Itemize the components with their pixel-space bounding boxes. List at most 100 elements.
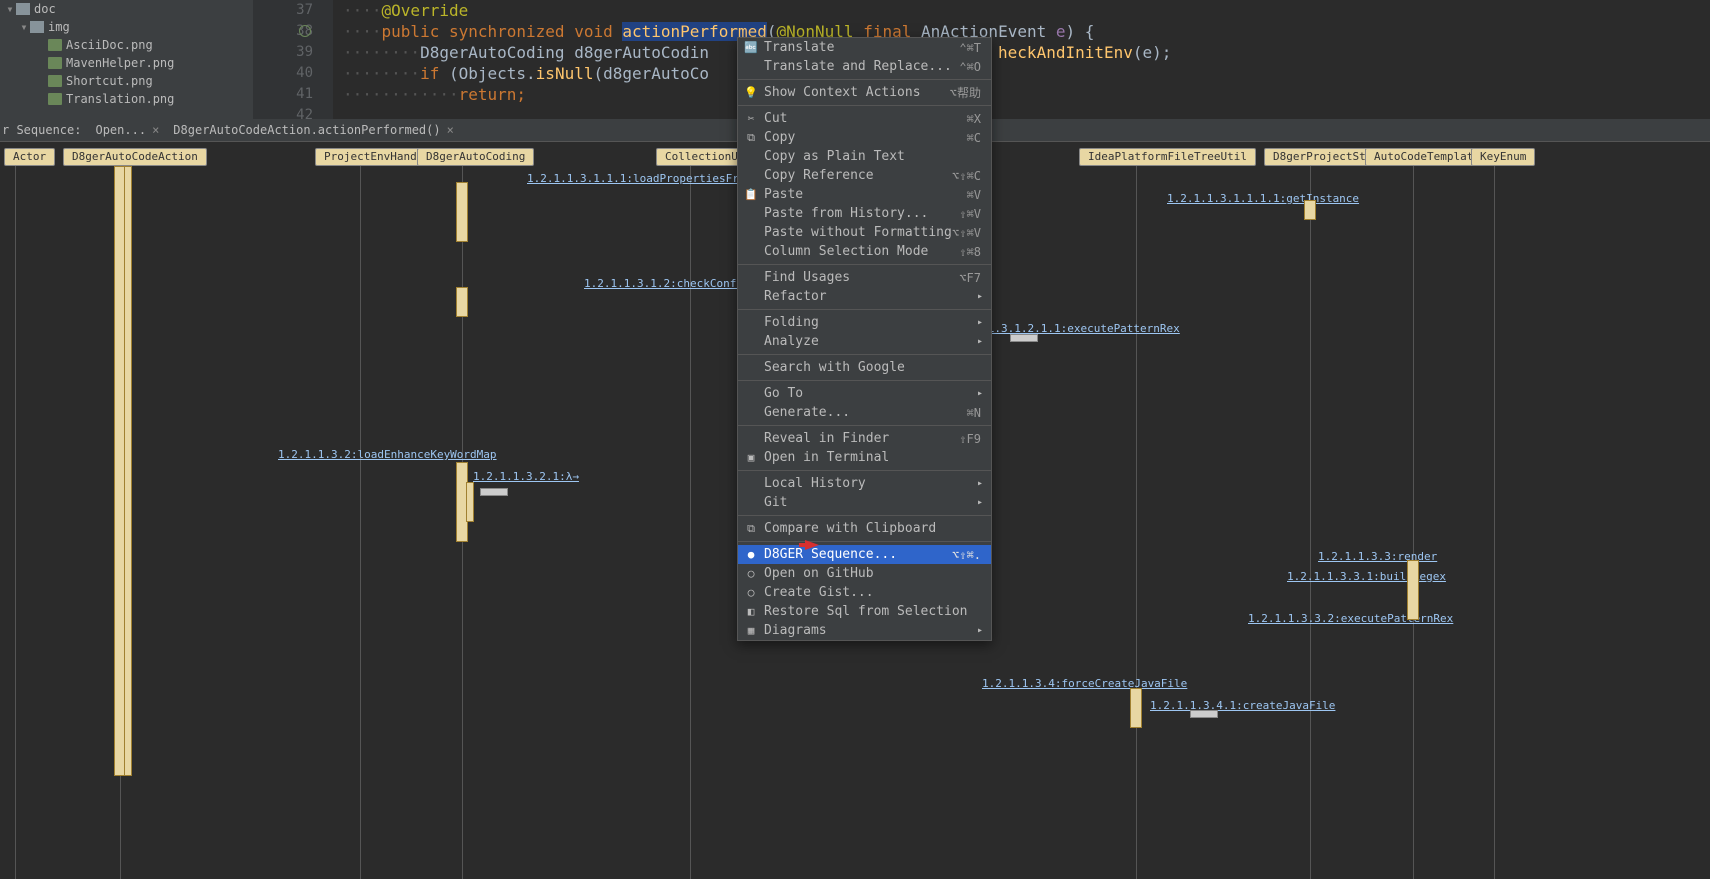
menu-label: Open in Terminal	[764, 450, 889, 465]
context-menu: 🔤Translate⌃⌘TTranslate and Replace...⌃⌘O…	[737, 37, 992, 641]
menu-item-refactor[interactable]: Refactor	[738, 287, 991, 306]
menu-item-git[interactable]: Git	[738, 493, 991, 512]
menu-item-translate[interactable]: 🔤Translate⌃⌘T	[738, 38, 991, 57]
participant-box[interactable]: D8gerAutoCoding	[417, 148, 534, 166]
lifeline	[1413, 166, 1414, 879]
file-icon	[48, 93, 62, 105]
menu-item-d8ger-sequence[interactable]: ●D8GER Sequence...⌥⇧⌘.	[738, 545, 991, 564]
menu-item-go-to[interactable]: Go To	[738, 384, 991, 403]
line-number: 37	[253, 0, 313, 21]
menu-label: Search with Google	[764, 360, 905, 375]
tab-open[interactable]: Open...	[95, 123, 159, 137]
menu-item-cut[interactable]: ✂ Cut ⌘X	[738, 109, 991, 128]
menu-item-find-usages[interactable]: Find Usages⌥F7	[738, 268, 991, 287]
line-gutter: 373839404142	[253, 0, 333, 119]
menu-item-diagrams[interactable]: ▦Diagrams	[738, 621, 991, 640]
menu-label: Paste without Formatting	[764, 225, 952, 240]
line-number: 38	[253, 21, 313, 42]
menu-item-translate-and-replace[interactable]: Translate and Replace...⌃⌘O	[738, 57, 991, 76]
menu-item-folding[interactable]: Folding	[738, 313, 991, 332]
tree-file[interactable]: AsciiDoc.png	[0, 36, 253, 54]
gutter-override-icon[interactable]	[299, 25, 311, 37]
lifeline	[1494, 166, 1495, 879]
message-label[interactable]: 1.2.1.1.3.2.1:λ→	[473, 470, 579, 483]
participant-box[interactable]: D8gerAutoCodeAction	[63, 148, 207, 166]
menu-item-create-gist[interactable]: ◯Create Gist...	[738, 583, 991, 602]
tree-arrow-icon: ▾	[4, 2, 16, 16]
menu-shortcut: ⌥⇧⌘.	[952, 548, 981, 562]
folder-icon	[16, 3, 30, 15]
line-number: 39	[253, 42, 313, 63]
participant-box[interactable]: KeyEnum	[1471, 148, 1535, 166]
tree-file[interactable]: MavenHelper.png	[0, 54, 253, 72]
menu-item-compare-with-clipboard[interactable]: ⧉Compare with Clipboard	[738, 519, 991, 538]
menu-item-generate[interactable]: Generate...⌘N	[738, 403, 991, 422]
menu-item-open-on-github[interactable]: ◯Open on GitHub	[738, 564, 991, 583]
tree-folder[interactable]: ▾ img	[0, 18, 253, 36]
message-label[interactable]: 1.2.1.1.3.1.1.1.1:getInstance	[1167, 192, 1359, 205]
menu-label: Show Context Actions	[764, 85, 921, 100]
menu-item-local-history[interactable]: Local History	[738, 474, 991, 493]
menu-label: Git	[764, 495, 787, 510]
menu-shortcut: ⇧⌘8	[959, 245, 981, 259]
tree-arrow-icon: ▾	[18, 20, 30, 34]
menu-shortcut: ⌃⌘T	[959, 41, 981, 55]
menu-item-column-selection-mode[interactable]: Column Selection Mode⇧⌘8	[738, 242, 991, 261]
menu-separator	[738, 541, 991, 542]
menu-icon: 📋	[744, 188, 758, 202]
code-line[interactable]: ········D8gerAutoCoding d8gerAutoCodin h…	[343, 42, 1710, 63]
tree-folder[interactable]: ▾ doc	[0, 0, 253, 18]
menu-label: Restore Sql from Selection	[764, 604, 968, 619]
menu-item-restore-sql-from-selection[interactable]: ◧Restore Sql from Selection	[738, 602, 991, 621]
menu-shortcut: ⌥⇧⌘V	[952, 226, 981, 240]
code-line[interactable]: ····public synchronized void actionPerfo…	[343, 21, 1710, 42]
menu-item-search-with-google[interactable]: Search with Google	[738, 358, 991, 377]
menu-icon: ✂	[744, 112, 758, 126]
message-label[interactable]: 1.2.1.1.3.3.2:executePatternRex	[1248, 612, 1453, 625]
menu-separator	[738, 425, 991, 426]
menu-item-paste-without-formatting[interactable]: Paste without Formatting⌥⇧⌘V	[738, 223, 991, 242]
menu-item-reveal-in-finder[interactable]: Reveal in Finder⇧F9	[738, 429, 991, 448]
menu-label: Folding	[764, 315, 819, 330]
tree-label: img	[48, 20, 70, 34]
menu-item-open-in-terminal[interactable]: ▣Open in Terminal	[738, 448, 991, 467]
activation-bar	[124, 166, 132, 776]
tree-file[interactable]: Translation.png	[0, 90, 253, 108]
message-label[interactable]: 1.2.1.1.3.3:render	[1318, 550, 1437, 563]
code-line[interactable]: ····@Override	[343, 0, 1710, 21]
menu-item-show-context-actions[interactable]: 💡Show Context Actions⌥帮助	[738, 83, 991, 102]
message-label[interactable]: 1.2.1.1.3.4.1:createJavaFile	[1150, 699, 1335, 712]
menu-label: Generate...	[764, 405, 850, 420]
menu-item-copy-reference[interactable]: Copy Reference⌥⇧⌘C	[738, 166, 991, 185]
menu-label: Cut	[764, 111, 787, 126]
menu-item-copy-as-plain-text[interactable]: Copy as Plain Text	[738, 147, 991, 166]
tree-label: doc	[34, 2, 56, 16]
message-label[interactable]: 1.2.1.1.3.3.1:buildRegex	[1287, 570, 1446, 583]
menu-label: Translate and Replace...	[764, 59, 952, 74]
message-label[interactable]: 1.2.1.1.3.2:loadEnhanceKeyWordMap	[278, 448, 497, 461]
code-line[interactable]: ············return;	[343, 84, 1710, 105]
participant-box[interactable]: Actor	[4, 148, 55, 166]
tree-file[interactable]: Shortcut.png	[0, 72, 253, 90]
lifeline	[1136, 166, 1137, 879]
menu-separator	[738, 470, 991, 471]
menu-shortcut: ⌘X	[967, 112, 981, 126]
menu-item-paste[interactable]: 📋Paste⌘V	[738, 185, 991, 204]
menu-item-paste-from-history[interactable]: Paste from History...⇧⌘V	[738, 204, 991, 223]
menu-item-copy[interactable]: ⧉Copy⌘C	[738, 128, 991, 147]
menu-label: Open on GitHub	[764, 566, 874, 581]
activation-bar	[466, 482, 474, 522]
activation-bar	[456, 287, 468, 317]
tab-action-performed[interactable]: D8gerAutoCodeAction.actionPerformed()	[173, 123, 454, 137]
participant-box[interactable]: IdeaPlatformFileTreeUtil	[1079, 148, 1256, 166]
menu-item-analyze[interactable]: Analyze	[738, 332, 991, 351]
tree-label: MavenHelper.png	[66, 56, 174, 70]
message-label[interactable]: 1.2.1.1.3.4:forceCreateJavaFile	[982, 677, 1187, 690]
lifeline	[1310, 166, 1311, 879]
code-line[interactable]: ········if (Objects.isNull(d8gerAutoCo	[343, 63, 1710, 84]
small-activation	[1190, 710, 1218, 718]
line-number: 40	[253, 63, 313, 84]
lifeline	[360, 166, 361, 879]
code-content[interactable]: ····@Override····public synchronized voi…	[343, 0, 1710, 126]
tree-label: Translation.png	[66, 92, 174, 106]
